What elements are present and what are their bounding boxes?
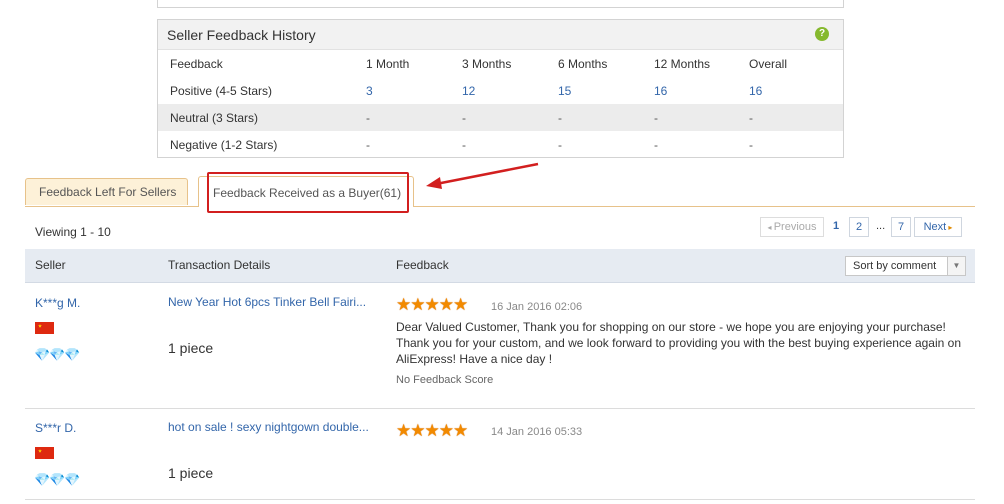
tabs-divider [25,206,975,207]
history-header: Seller Feedback History ? [158,20,843,50]
pager-next-label: Next [923,221,947,233]
pager-page-last[interactable]: 7 [891,217,911,237]
diamond-rating-icon: 💎💎💎 [34,347,81,362]
row-label: Neutral (3 Stars) [170,111,259,125]
chevron-right-icon: ▸ [946,223,953,232]
header-seller: Seller [35,258,66,272]
positive-1-month[interactable]: 3 [366,84,373,98]
feedback-table-header: Seller Transaction Details Feedback Sort… [25,249,975,283]
quantity: 1 piece [168,465,214,481]
pager-page-2[interactable]: 2 [849,217,869,237]
five-star-rating-icon: ★★★★★ [396,295,468,314]
negative-6-months: - [558,138,562,152]
header-feedback: Feedback [396,258,449,272]
col-12-months: 12 Months [654,57,711,71]
negative-12-months: - [654,138,658,152]
neutral-12-months: - [654,111,658,125]
header-transaction-details: Transaction Details [168,258,271,272]
feedback-comment: Dear Valued Customer, Thank you for shop… [396,320,961,366]
feedback-row: S***r D. 💎💎💎 hot on sale ! sexy nightgow… [25,409,975,500]
sort-dropdown[interactable]: Sort by comment ▼ [845,256,966,276]
feedback-score-note: No Feedback Score [396,374,494,386]
feedback-row: K***g M. 💎💎💎 New Year Hot 6pcs Tinker Be… [25,283,975,409]
viewing-range: Viewing 1 - 10 [35,225,111,239]
feedback-date: 14 Jan 2016 05:33 [491,426,583,438]
annotation-highlight-box [207,172,409,213]
chevron-down-icon: ▼ [947,257,965,275]
negative-overall: - [749,138,753,152]
neutral-6-months: - [558,111,562,125]
neutral-1-month: - [366,111,370,125]
history-row-neutral: Neutral (3 Stars) - - - - - [158,104,843,131]
five-star-rating-icon: ★★★★★ [396,421,468,440]
neutral-3-months: - [462,111,466,125]
sort-dropdown-value: Sort by comment [853,260,937,272]
negative-1-month: - [366,138,370,152]
pager-next-button[interactable]: Next ▸ [914,217,962,237]
neutral-overall: - [749,111,753,125]
quantity: 1 piece [168,340,214,356]
positive-6-months[interactable]: 15 [558,84,571,98]
col-3-months: 3 Months [462,57,512,71]
tab-feedback-left-for-sellers[interactable]: Feedback Left For Sellers [25,178,188,205]
buyer-name[interactable]: K***g M. [35,296,80,310]
help-icon[interactable]: ? [815,27,829,41]
diamond-rating-icon: 💎💎💎 [34,472,81,487]
col-1-month: 1 Month [366,57,410,71]
row-label: Negative (1-2 Stars) [170,138,278,152]
history-row-positive: Positive (4-5 Stars) 3 12 15 16 16 [158,77,843,104]
pager-current-page: 1 [833,220,840,232]
top-panel-stub [157,0,844,8]
positive-overall[interactable]: 16 [749,84,762,98]
china-flag-icon [35,322,54,334]
pager-previous-label: Previous [773,221,817,233]
row-label: Positive (4-5 Stars) [170,84,273,98]
seller-feedback-history-panel: Seller Feedback History ? Feedback 1 Mon… [157,19,844,158]
buyer-name[interactable]: S***r D. [35,421,76,435]
col-feedback: Feedback [170,57,223,71]
feedback-date: 16 Jan 2016 02:06 [491,301,583,313]
negative-3-months: - [462,138,466,152]
history-column-headers: Feedback 1 Month 3 Months 6 Months 12 Mo… [158,50,843,77]
annotation-arrow-icon [426,162,539,189]
col-6-months: 6 Months [558,57,608,71]
pager-previous-button[interactable]: ◂ Previous [760,217,824,237]
product-link[interactable]: hot on sale ! sexy nightgown double... [168,420,369,434]
col-overall: Overall [749,57,788,71]
history-row-negative: Negative (1-2 Stars) - - - - - [158,131,843,158]
china-flag-icon [35,447,54,459]
positive-3-months[interactable]: 12 [462,84,475,98]
product-link[interactable]: New Year Hot 6pcs Tinker Bell Fairi... [168,295,366,309]
pager-ellipsis: ... [876,220,886,232]
positive-12-months[interactable]: 16 [654,84,667,98]
history-title: Seller Feedback History [167,27,316,43]
